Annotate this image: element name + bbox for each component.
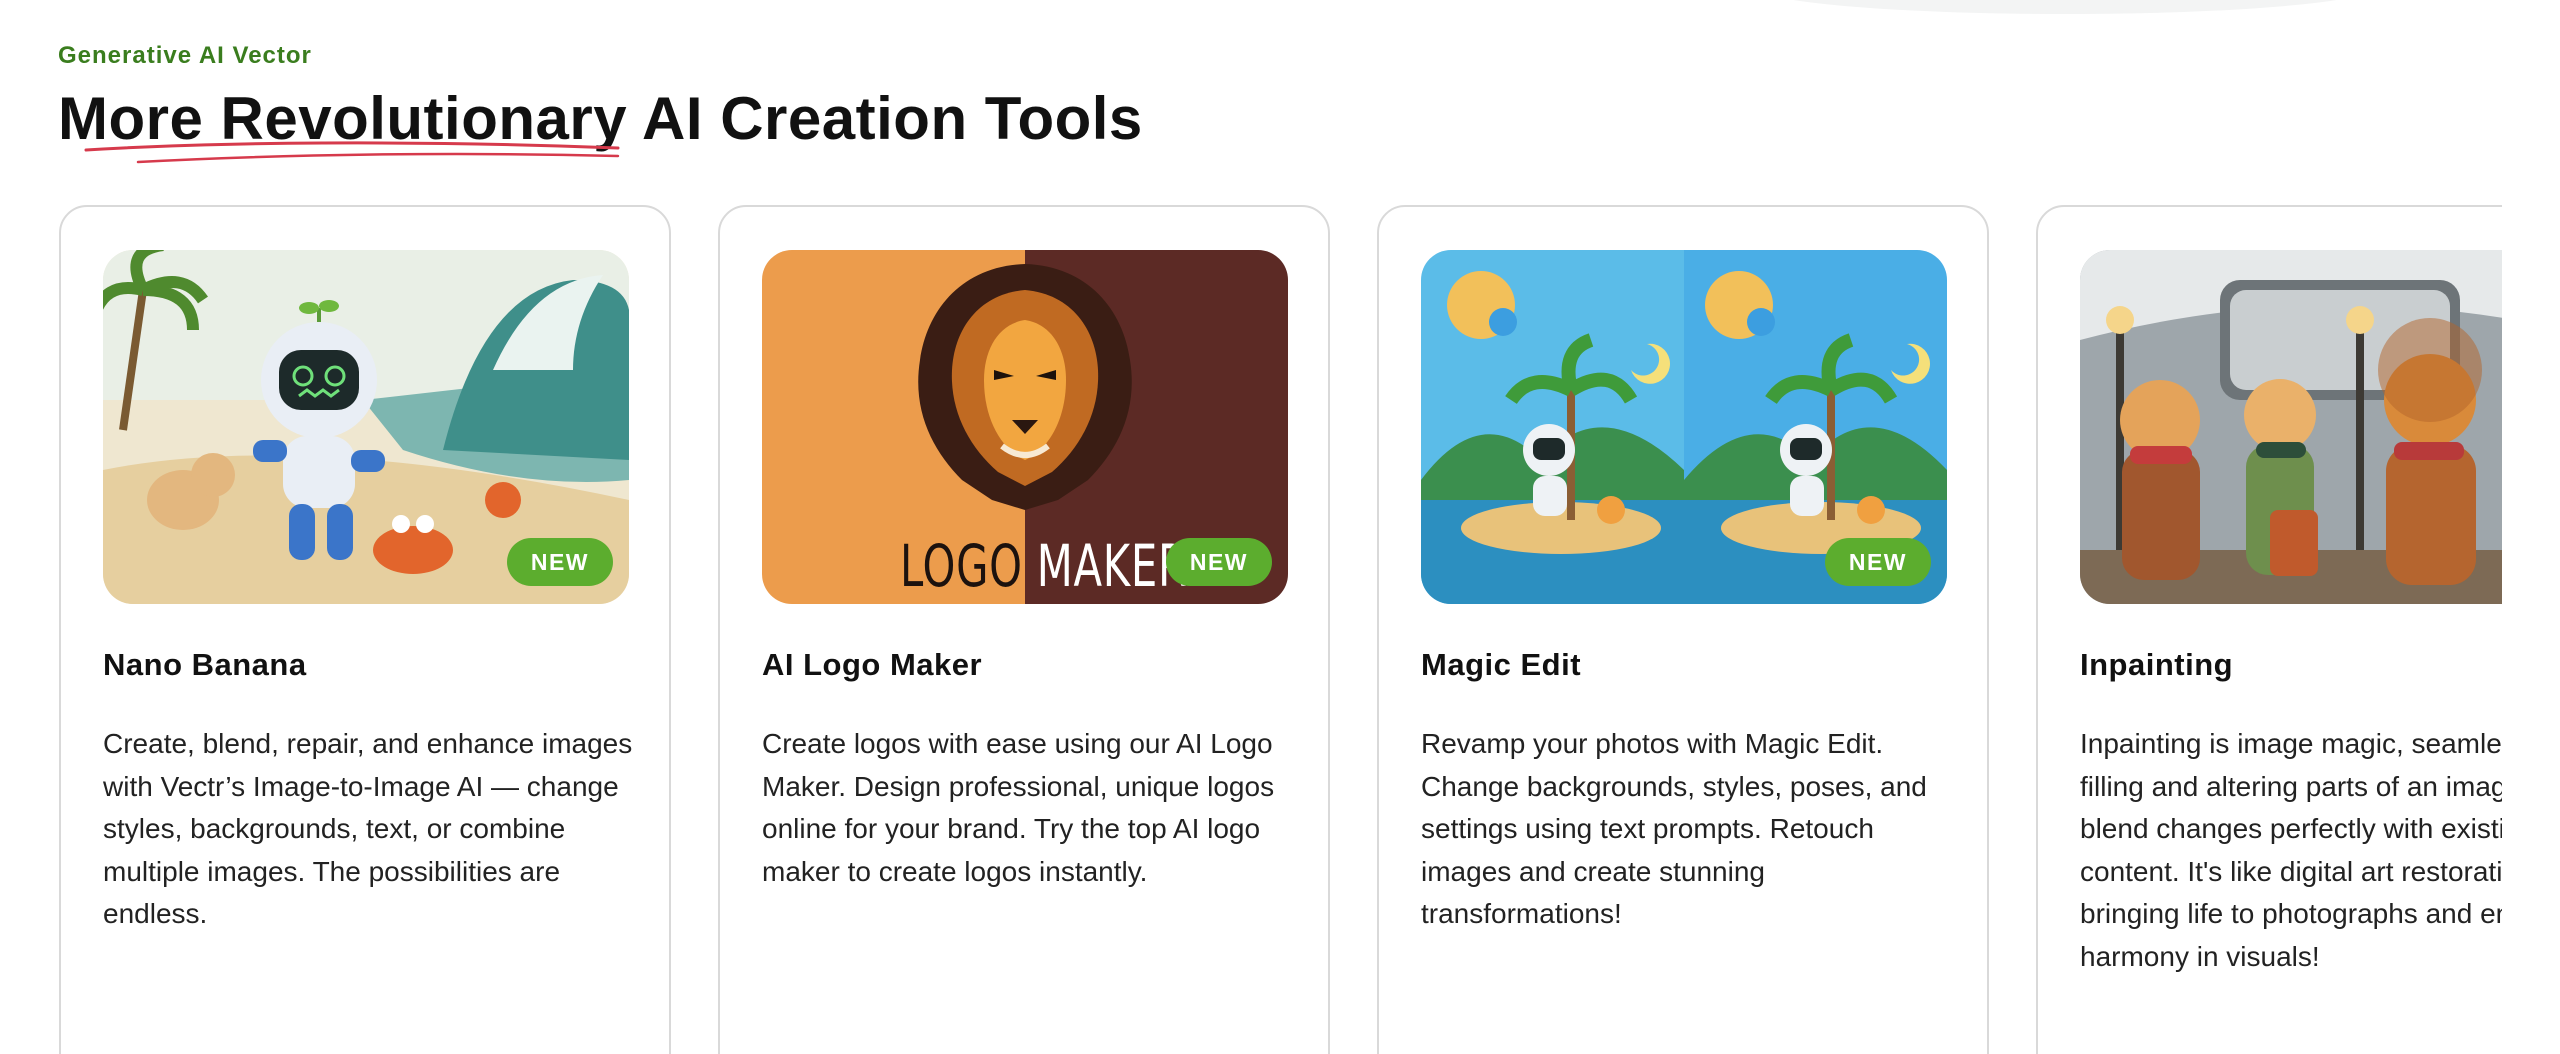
card-title[interactable]: Magic Edit xyxy=(1421,647,1581,683)
card-description: Create logos with ease using our AI Logo… xyxy=(762,728,1275,887)
new-badge: NEW xyxy=(1824,538,1931,586)
new-badge: NEW xyxy=(1165,538,1272,586)
card-image: NEW xyxy=(103,250,629,604)
card-image xyxy=(2080,250,2502,604)
logo-maker-wordmark: LOGO MAKER xyxy=(900,532,1188,600)
wordmark-maker: MAKER xyxy=(1036,532,1188,600)
tool-card-magic-edit[interactable]: NEW Magic Edit Revamp your photos with M… xyxy=(1377,205,1989,1054)
card-description: Inpainting is image magic, seamlessly fi… xyxy=(2080,728,2502,972)
card-description: Create, blend, repair, and enhance image… xyxy=(103,728,633,929)
card-title[interactable]: Nano Banana xyxy=(103,647,307,683)
card-image: NEW xyxy=(1421,250,1947,604)
tool-card-nano-banana[interactable]: NEW Nano Banana Create, blend, repair, a… xyxy=(59,205,671,1054)
tools-carousel: NEW Nano Banana Create, blend, repair, a… xyxy=(0,0,2502,1054)
new-badge: NEW xyxy=(506,538,613,586)
tool-card-inpainting[interactable]: Inpainting Inpainting is image magic, se… xyxy=(2036,205,2502,1054)
card-image: LOGO MAKER NEW xyxy=(762,250,1288,604)
wordmark-logo: LOGO xyxy=(900,532,1023,600)
card-title[interactable]: Inpainting xyxy=(2080,647,2233,683)
card-title[interactable]: AI Logo Maker xyxy=(762,647,982,683)
tool-card-ai-logo-maker[interactable]: LOGO MAKER NEW AI Logo Maker Create logo… xyxy=(718,205,1330,1054)
winter-cats-station-illustration xyxy=(2080,250,2502,604)
card-description: Revamp your photos with Magic Edit. Chan… xyxy=(1421,728,1927,929)
